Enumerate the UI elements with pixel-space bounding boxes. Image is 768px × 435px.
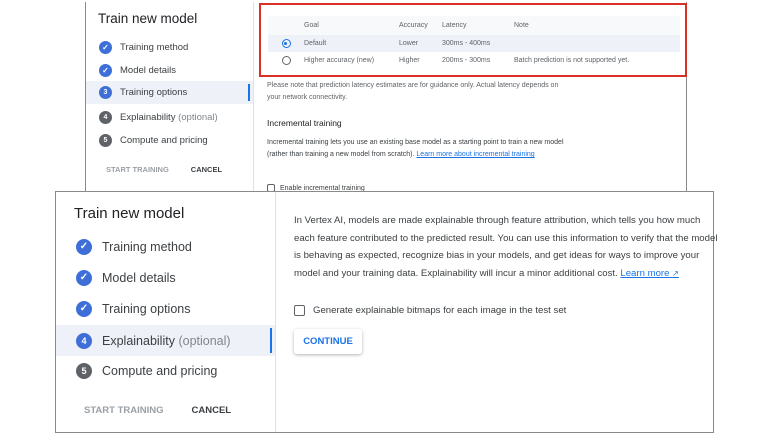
step-label: Training options — [120, 87, 188, 98]
goal-cell: Default — [304, 40, 327, 47]
header-goal: Goal — [304, 22, 319, 29]
step-number-icon: 4 — [99, 110, 112, 124]
table-header-row: Goal Accuracy Latency Note — [268, 16, 680, 35]
bottom-stepper: Train new model ✓ Training method ✓ Model … — [56, 192, 276, 432]
radio-selected[interactable] — [281, 39, 291, 48]
learn-more-link[interactable]: Learn more ↗ — [620, 268, 678, 279]
top-stepper: Train new model ✓ Training method ✓ Model … — [86, 2, 254, 196]
learn-more-incremental-link[interactable]: Learn more about incremental training — [416, 151, 534, 158]
bottom-step-model-details[interactable]: ✓ Model details — [56, 264, 275, 291]
check-circle-icon: ✓ — [76, 300, 92, 317]
incremental-description: Incremental training lets you use an exi… — [267, 137, 567, 161]
bottom-step-training-options[interactable]: ✓ Training options — [56, 295, 275, 322]
explainable-bitmaps-row[interactable]: Generate explainable bitmaps for each im… — [294, 305, 566, 316]
accuracy-cell: Lower — [399, 40, 419, 47]
step-number-icon: 5 — [99, 133, 112, 147]
top-train-panel: Train new model ✓ Training method ✓ Model … — [85, 2, 687, 197]
step-label: Compute and pricing — [102, 363, 218, 378]
external-link-icon: ↗ — [672, 268, 679, 278]
latency-note: Please note that prediction latency esti… — [267, 82, 559, 101]
start-training-button[interactable]: START TRAINING — [106, 165, 169, 174]
bottom-step-explainability[interactable]: 4 Explainability (optional) — [56, 325, 275, 356]
table-row[interactable]: Default Lower 300ms - 400ms — [268, 35, 680, 52]
learn-more-text: Learn more — [620, 267, 670, 279]
top-page-title: Train new model — [98, 11, 198, 26]
table-row[interactable]: Higher accuracy (new) Higher 200ms - 300… — [268, 52, 680, 69]
check-circle-icon: ✓ — [99, 63, 112, 77]
bottom-content: In Vertex AI, models are made explainabl… — [276, 192, 717, 432]
step-label: Model details — [102, 270, 176, 285]
top-content: Goal Accuracy Latency Note Default Lower… — [254, 2, 687, 196]
step-label: Training options — [102, 301, 191, 316]
step-number-icon: 3 — [99, 86, 112, 99]
step-label: Compute and pricing — [120, 134, 208, 146]
header-note: Note — [514, 22, 529, 29]
check-circle-icon: ✓ — [76, 238, 92, 255]
step-label: Explainability — [120, 111, 176, 123]
bottom-page-title: Train new model — [74, 205, 185, 222]
optional-label: (optional) — [178, 333, 231, 348]
goal-cell: Higher accuracy (new) — [304, 57, 375, 64]
start-training-button[interactable]: START TRAINING — [84, 405, 164, 416]
explainable-bitmaps-checkbox[interactable] — [294, 305, 305, 316]
header-accuracy: Accuracy — [399, 22, 428, 29]
note-cell: Batch prediction is not supported yet. — [514, 57, 630, 64]
step-number-icon: 5 — [76, 362, 92, 379]
step-number-icon: 4 — [76, 332, 92, 349]
accuracy-cell: Higher — [399, 57, 420, 64]
checkbox-label: Generate explainable bitmaps for each im… — [313, 305, 567, 316]
latency-cell: 200ms - 300ms — [442, 57, 491, 64]
bottom-actions: START TRAINING CANCEL — [84, 405, 231, 416]
check-circle-icon: ✓ — [99, 40, 112, 54]
top-step-compute-pricing[interactable]: 5 Compute and pricing — [86, 129, 253, 151]
cancel-button[interactable]: CANCEL — [191, 165, 222, 174]
latency-cell: 300ms - 400ms — [442, 40, 491, 47]
incremental-heading: Incremental training — [267, 118, 342, 128]
cancel-button[interactable]: CANCEL — [192, 405, 232, 416]
top-step-model-details[interactable]: ✓ Model details — [86, 59, 253, 81]
top-step-explainability[interactable]: 4 Explainability (optional) — [86, 106, 253, 128]
note-cell — [514, 35, 680, 52]
top-step-training-options[interactable]: 3 Training options — [86, 81, 253, 104]
bottom-step-compute-pricing[interactable]: 5 Compute and pricing — [56, 357, 275, 384]
top-step-training-method[interactable]: ✓ Training method — [86, 36, 253, 58]
step-label: Training method — [102, 239, 192, 254]
header-latency: Latency — [442, 22, 467, 29]
step-label: Explainability — [102, 333, 175, 348]
top-actions: START TRAINING CANCEL — [106, 165, 222, 174]
explainability-description: In Vertex AI, models are made explainabl… — [294, 212, 719, 282]
optional-label: (optional) — [178, 111, 218, 123]
radio-unselected[interactable] — [281, 56, 291, 65]
check-circle-icon: ✓ — [76, 269, 92, 286]
step-label: Model details — [120, 64, 176, 76]
bottom-step-training-method[interactable]: ✓ Training method — [56, 233, 275, 260]
step-label: Training method — [120, 41, 189, 53]
bottom-train-panel: Train new model ✓ Training method ✓ Model … — [55, 191, 717, 433]
continue-button[interactable]: CONTINUE — [294, 329, 362, 354]
model-goal-table: Goal Accuracy Latency Note Default Lower… — [268, 16, 680, 69]
